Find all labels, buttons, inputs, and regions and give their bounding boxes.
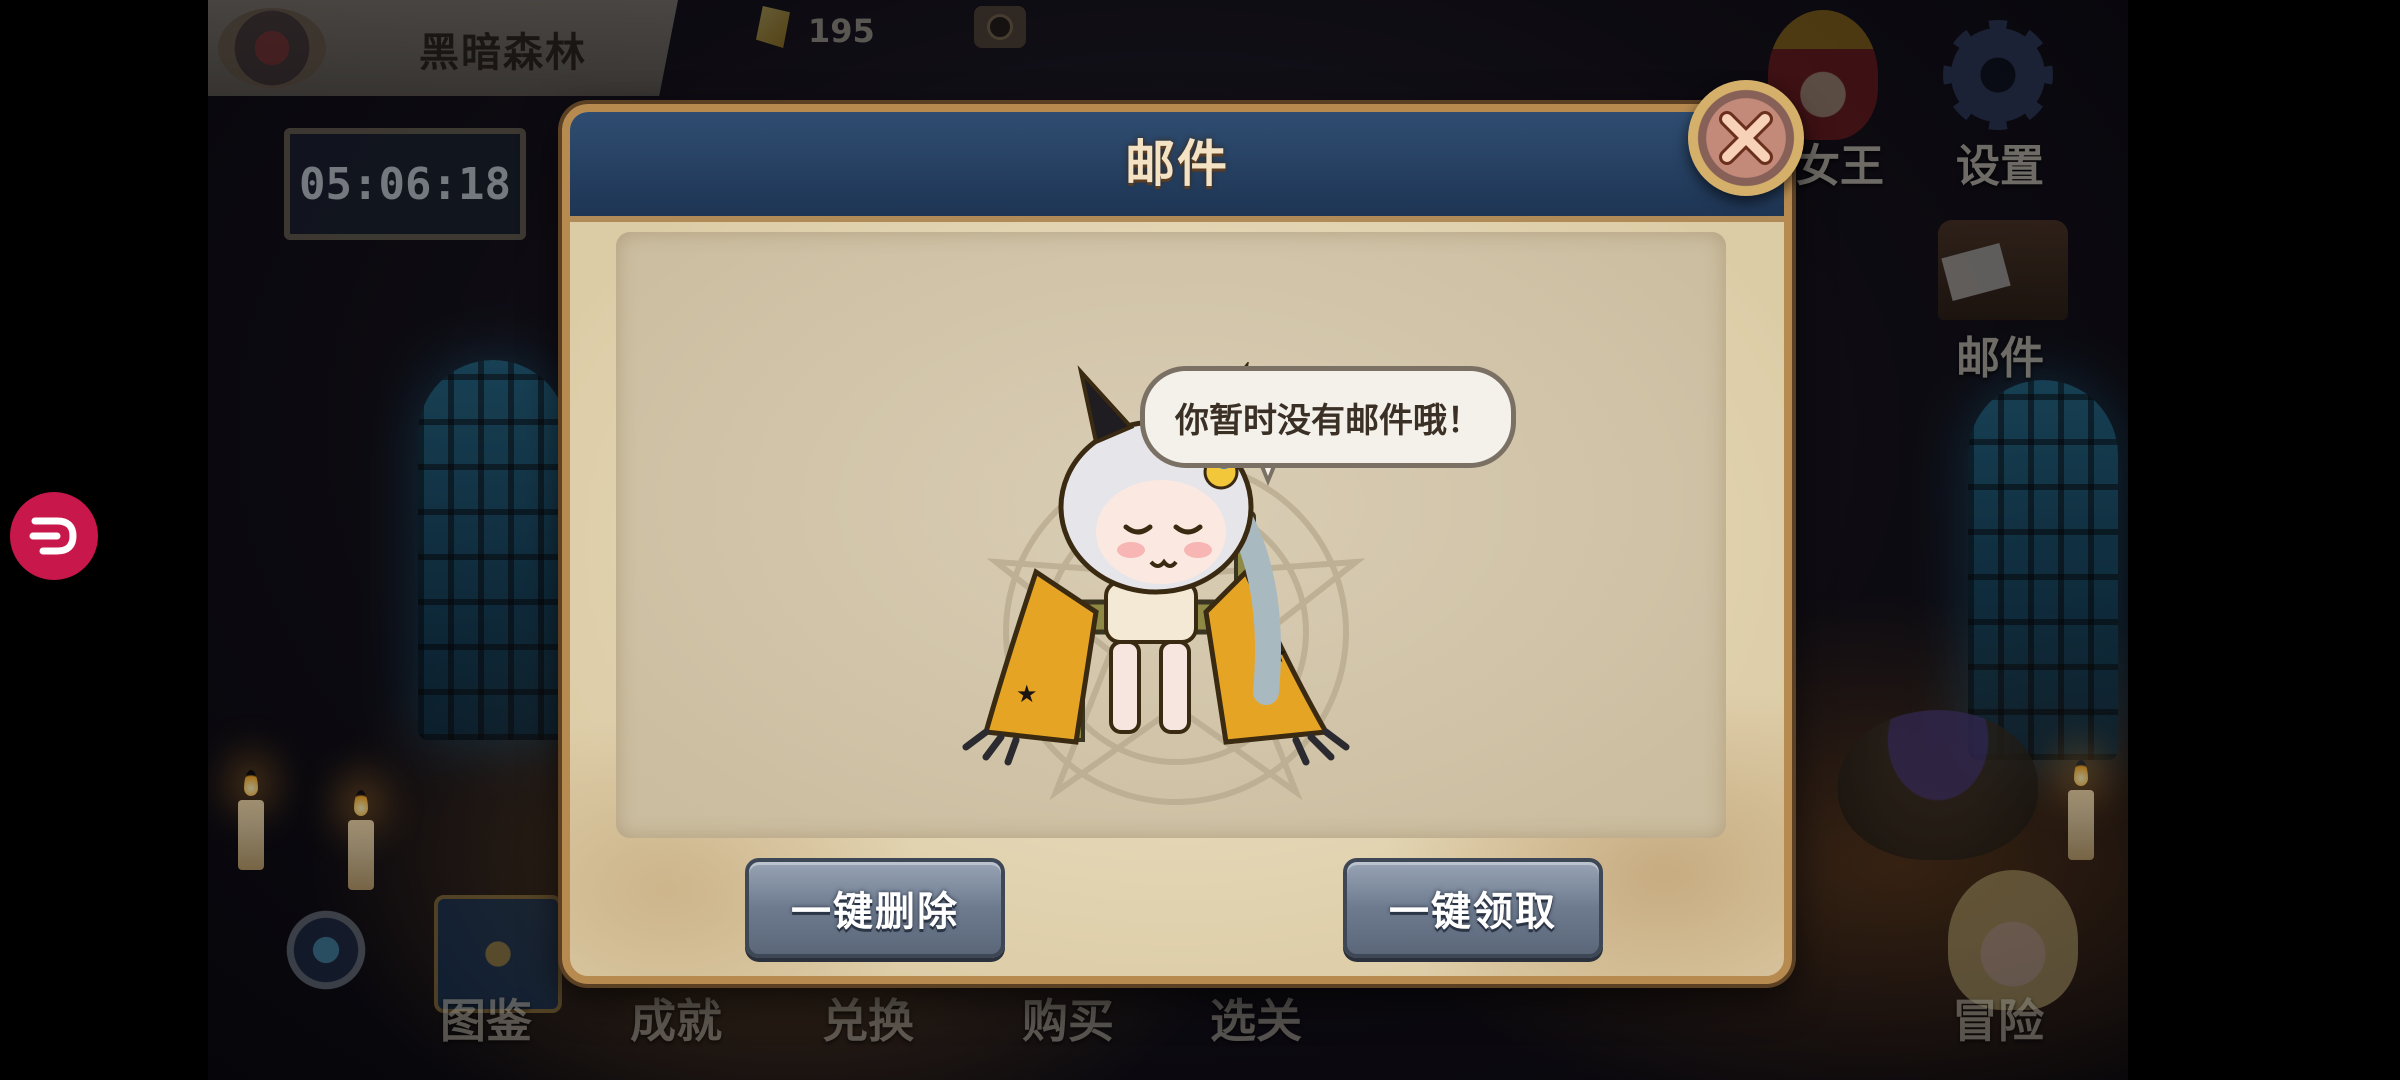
mail-dialog: 邮件 ★ ★ 你暂时没有邮件哦！ 一键删除 一键领取 — [562, 104, 1792, 984]
claim-all-button[interactable]: 一键领取 — [1343, 858, 1603, 958]
close-icon — [1719, 111, 1773, 165]
close-button[interactable] — [1688, 80, 1804, 196]
mail-dialog-title: 邮件 — [1125, 135, 1229, 193]
claim-all-label: 一键领取 — [1389, 889, 1557, 935]
empty-mail-text: 你暂时没有邮件哦！ — [1175, 400, 1481, 441]
floating-assist-button[interactable] — [10, 492, 98, 580]
delete-all-button[interactable]: 一键删除 — [745, 858, 1005, 958]
empty-mail-message: 你暂时没有邮件哦！ — [1140, 366, 1516, 468]
mail-list-area: ★ ★ 你暂时没有邮件哦！ — [616, 232, 1726, 838]
floating-assist-icon — [29, 517, 77, 555]
delete-all-label: 一键删除 — [791, 889, 959, 935]
svg-text:★: ★ — [1016, 680, 1038, 708]
